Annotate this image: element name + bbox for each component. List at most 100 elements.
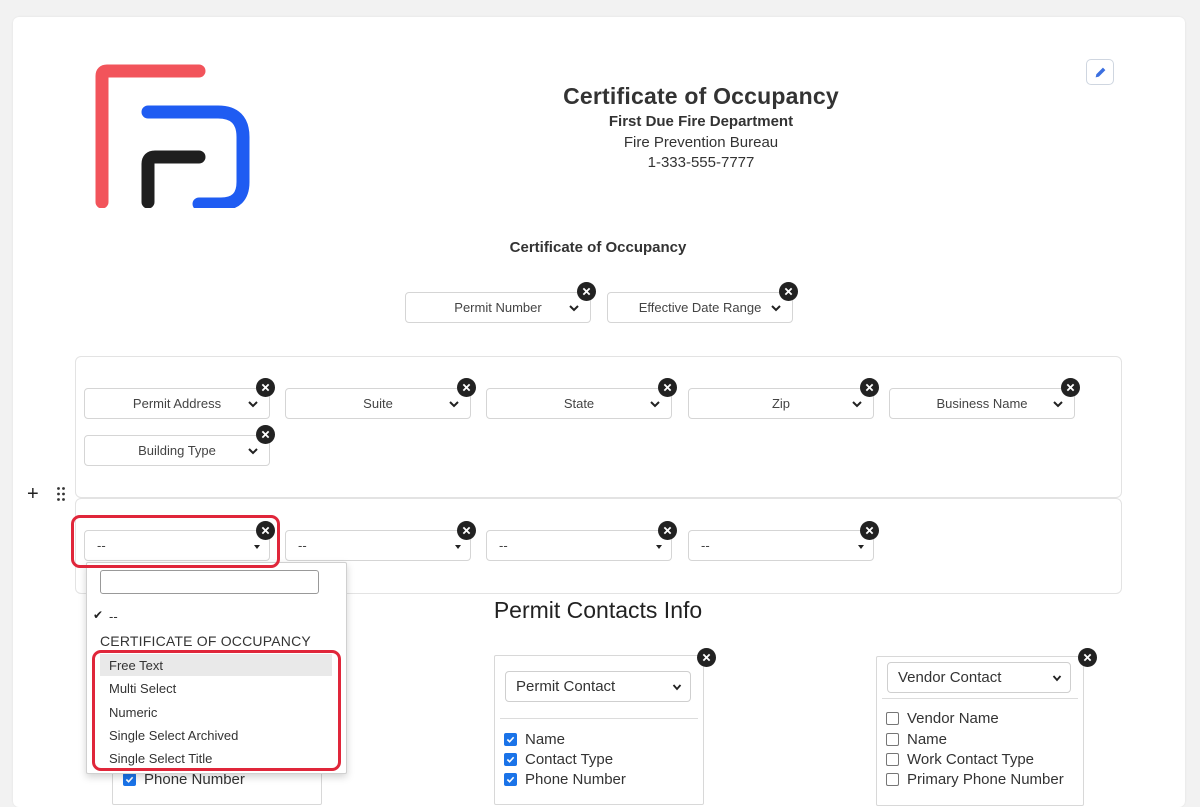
checkbox-label: Phone Number [525, 770, 626, 788]
permit-number-select[interactable]: Permit Number [405, 292, 591, 323]
dropdown-option[interactable]: Single Select Title [100, 747, 332, 769]
select-label: Zip [771, 396, 791, 411]
new-field-select[interactable]: -- [285, 530, 471, 561]
chevron-down-icon [248, 448, 258, 455]
remove-field-button[interactable] [457, 521, 476, 540]
select-label: Permit Address [132, 396, 222, 411]
checkbox-checked-icon[interactable] [504, 772, 517, 786]
checkbox-row[interactable]: Contact Type [504, 749, 613, 769]
state-select[interactable]: State [486, 388, 672, 419]
dropdown-option[interactable]: Numeric [100, 701, 332, 723]
checkbox-unchecked-icon[interactable] [886, 711, 899, 725]
select-value: -- [701, 538, 710, 553]
checkmark-icon: ✔ [93, 608, 104, 622]
field-panel [75, 356, 1122, 498]
report-title: Certificate of Occupancy [563, 83, 839, 109]
checkbox-label: Name [907, 730, 948, 748]
checkbox-label: Contact Type [525, 750, 614, 768]
edit-header-button[interactable] [1086, 59, 1114, 85]
permit-contacts-title: Permit Contacts Info [493, 597, 703, 623]
checkbox-label: Vendor Name [907, 709, 999, 727]
remove-filter-button[interactable] [577, 282, 596, 301]
caret-down-icon [858, 545, 864, 549]
checkbox-row[interactable]: Name [504, 729, 565, 749]
remove-field-button[interactable] [1061, 378, 1080, 397]
close-icon [261, 430, 270, 439]
chevron-down-icon [672, 684, 682, 691]
permit-address-select[interactable]: Permit Address [84, 388, 270, 419]
select-value: Permit Contact [516, 678, 616, 695]
select-label: Business Name [936, 396, 1028, 411]
new-field-select[interactable]: -- [84, 530, 270, 561]
dropdown-option[interactable]: Multi Select [100, 677, 332, 699]
dropdown-selected-option[interactable]: -- [109, 609, 118, 624]
close-icon [663, 526, 672, 535]
checkbox-row[interactable]: Phone Number [504, 769, 626, 789]
caret-down-icon [656, 545, 662, 549]
remove-contact-box-button[interactable] [1078, 648, 1097, 667]
remove-field-button[interactable] [256, 425, 275, 444]
chevron-down-icon [852, 401, 862, 408]
zip-select[interactable]: Zip [688, 388, 874, 419]
select-value: -- [298, 538, 307, 553]
checkbox-row[interactable]: Work Contact Type [886, 749, 1034, 769]
drag-handle-icon[interactable] [56, 486, 66, 502]
close-icon [865, 526, 874, 535]
close-icon [865, 383, 874, 392]
add-row-button[interactable]: + [27, 484, 39, 504]
select-label: State [563, 396, 595, 411]
first-due-logo [95, 64, 250, 208]
remove-field-button[interactable] [860, 521, 879, 540]
dropdown-search-input[interactable] [100, 570, 319, 594]
chevron-down-icon [1053, 401, 1063, 408]
remove-field-button[interactable] [457, 378, 476, 397]
remove-field-button[interactable] [658, 521, 677, 540]
checkbox-unchecked-icon[interactable] [886, 752, 899, 766]
checkbox-checked-icon[interactable] [504, 732, 517, 746]
checkbox-row[interactable]: Name [886, 729, 947, 749]
checkbox-row[interactable]: Vendor Name [886, 708, 999, 728]
close-icon [261, 383, 270, 392]
bureau-name: Fire Prevention Bureau [623, 134, 779, 151]
caret-down-icon [254, 545, 260, 549]
close-icon [462, 383, 471, 392]
close-icon [663, 383, 672, 392]
department-phone: 1-333-555-7777 [647, 154, 755, 171]
new-field-select[interactable]: -- [486, 530, 672, 561]
remove-field-button[interactable] [860, 378, 879, 397]
select-label: Effective Date Range [638, 300, 762, 315]
checkbox-row[interactable]: Primary Phone Number [886, 769, 1064, 789]
divider [882, 698, 1078, 699]
close-icon [1083, 653, 1092, 662]
remove-field-button[interactable] [256, 378, 275, 397]
chevron-down-icon [248, 401, 258, 408]
checkbox-unchecked-icon[interactable] [886, 772, 899, 786]
close-icon [784, 287, 793, 296]
suite-select[interactable]: Suite [285, 388, 471, 419]
dropdown-option[interactable]: Single Select Archived [100, 724, 332, 746]
checkbox-checked-icon[interactable] [123, 772, 136, 786]
chevron-down-icon [650, 401, 660, 408]
remove-filter-button[interactable] [779, 282, 798, 301]
effective-date-range-select[interactable]: Effective Date Range [607, 292, 793, 323]
new-field-select[interactable]: -- [688, 530, 874, 561]
business-name-select[interactable]: Business Name [889, 388, 1075, 419]
building-type-select[interactable]: Building Type [84, 435, 270, 466]
chevron-down-icon [1052, 675, 1062, 682]
dropdown-option[interactable]: Free Text [100, 654, 332, 676]
checkbox-checked-icon[interactable] [504, 752, 517, 766]
chevron-down-icon [569, 305, 579, 312]
close-icon [462, 526, 471, 535]
select-label: Suite [363, 396, 393, 411]
select-label: Building Type [138, 443, 216, 458]
checkbox-unchecked-icon[interactable] [886, 732, 899, 746]
close-icon [582, 287, 591, 296]
vendor-contact-select[interactable]: Vendor Contact [887, 662, 1071, 693]
remove-field-button[interactable] [658, 378, 677, 397]
permit-contact-select[interactable]: Permit Contact [505, 671, 691, 702]
remove-field-button[interactable] [256, 521, 275, 540]
checkbox-label: Work Contact Type [907, 750, 1035, 768]
close-icon [261, 526, 270, 535]
select-value: -- [97, 538, 106, 553]
remove-contact-box-button[interactable] [697, 648, 716, 667]
